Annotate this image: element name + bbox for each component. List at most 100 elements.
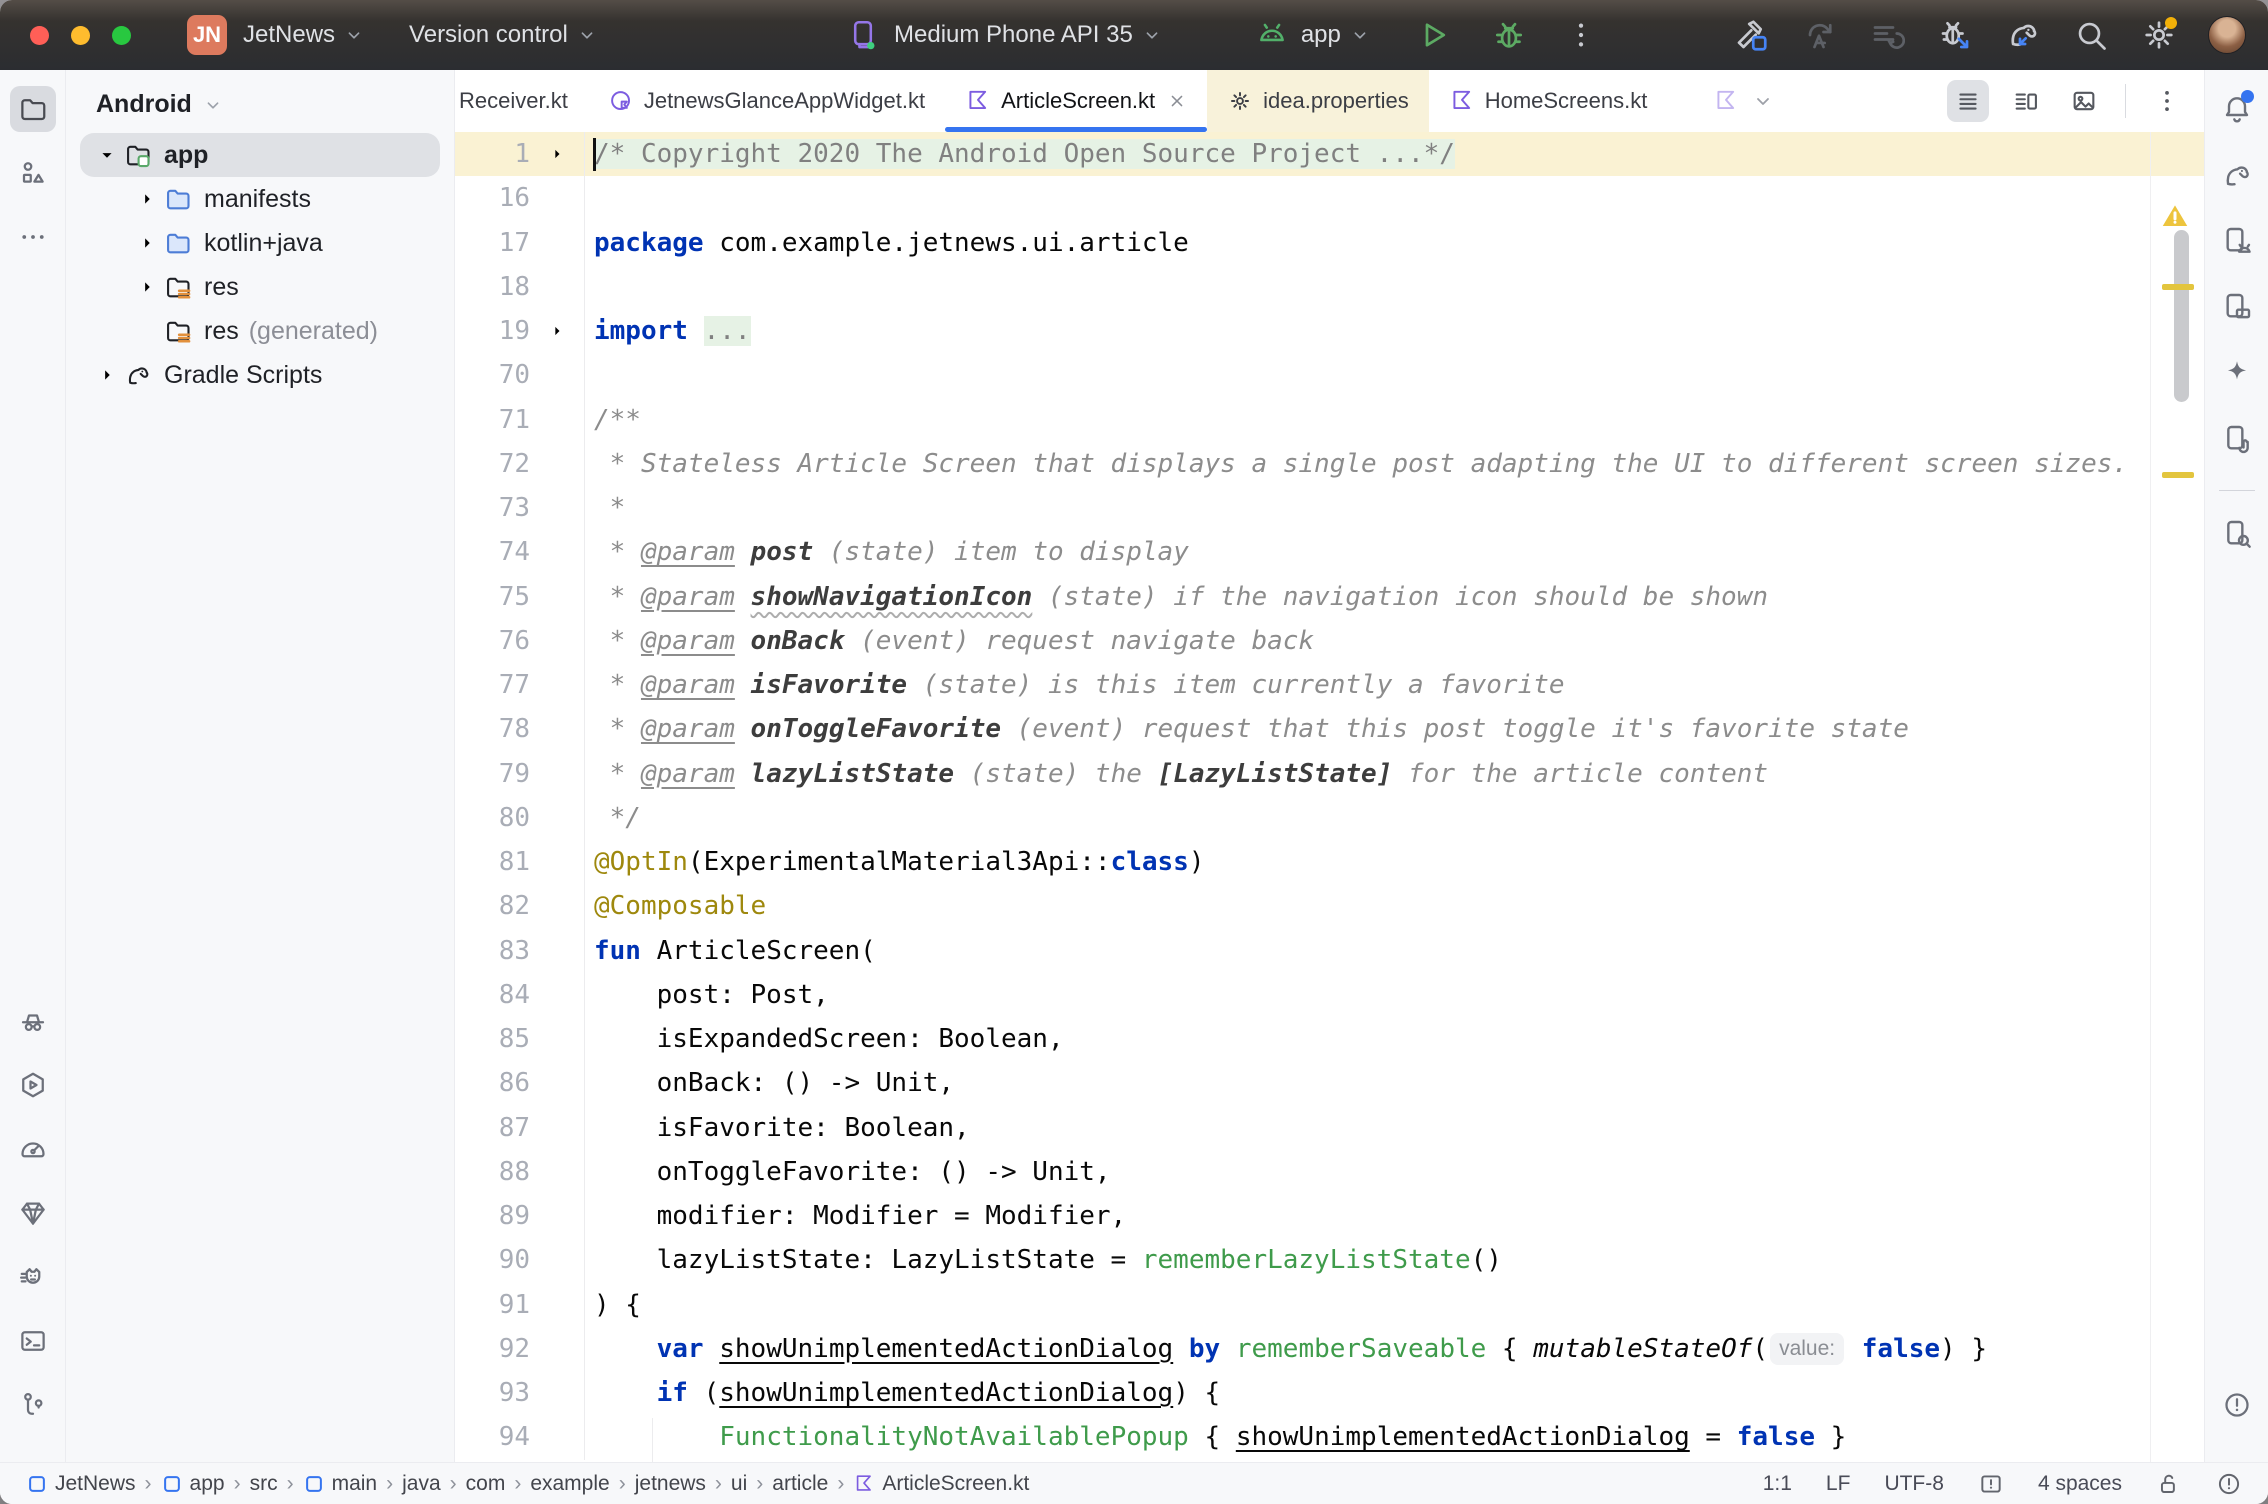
device-selector[interactable]: Medium Phone API 35 (846, 18, 1163, 52)
close-window-button[interactable] (30, 26, 49, 45)
fold-marker-icon[interactable] (530, 309, 584, 353)
tree-item-res[interactable]: res (80, 265, 440, 309)
code-editor[interactable]: 1/* Copyright 2020 The Android Open Sour… (455, 132, 2204, 1462)
run-button[interactable] (1415, 17, 1451, 53)
tree-item-gradle-scripts[interactable]: Gradle Scripts (80, 353, 440, 397)
run-configuration[interactable]: app (1255, 18, 1371, 52)
code-text[interactable] (584, 353, 2204, 397)
tree-item-app[interactable]: app (80, 133, 440, 177)
settings-button[interactable] (2140, 16, 2178, 54)
editor-scrollbar[interactable] (2174, 230, 2189, 402)
tree-item-manifests[interactable]: manifests (80, 177, 440, 221)
tree-item-res[interactable]: res(generated) (80, 309, 440, 353)
code-text[interactable]: * @param post (state) item to display (584, 530, 2204, 574)
code-text[interactable]: * Stateless Article Screen that displays… (584, 442, 2204, 486)
tree-item-kotlin+java[interactable]: kotlin+java (80, 221, 440, 265)
tool-strip-profiler[interactable] (10, 1126, 56, 1172)
tab-idea-properties[interactable]: idea.properties (1207, 70, 1429, 132)
chevron-right-icon[interactable] (130, 276, 164, 298)
tool-strip-project-tool-window[interactable] (10, 86, 56, 132)
hidden-tabs-dropdown[interactable] (1713, 70, 1775, 132)
breadcrumb-app[interactable]: app (161, 1472, 225, 1496)
tab-articlescreen-kt[interactable]: ArticleScreen.kt (945, 70, 1207, 132)
apply-code-changes-button[interactable] (1868, 16, 1906, 54)
code-text[interactable]: @Composable (584, 884, 2204, 928)
code-text[interactable]: * @param isFavorite (state) is this item… (584, 663, 2204, 707)
view-mode-list-button[interactable] (1947, 80, 1989, 122)
warning-stripe-mark[interactable] (2162, 472, 2194, 478)
tool-strip-app-inspection[interactable] (10, 1190, 56, 1236)
code-text[interactable]: onBack: () -> Unit, (584, 1061, 2204, 1105)
code-text[interactable]: */ (584, 796, 2204, 840)
code-text[interactable]: var showUnimplementedActionDialog by rem… (584, 1327, 2204, 1371)
tool-strip-more-tool-windows[interactable] (10, 214, 56, 260)
tool-strip-resource-manager[interactable] (10, 150, 56, 196)
chevron-right-icon[interactable] (90, 364, 124, 386)
tool-strip-gemini[interactable] (2214, 350, 2260, 396)
code-text[interactable]: import ... (584, 309, 2204, 353)
vcs-menu[interactable]: Version control (409, 21, 598, 49)
zoom-window-button[interactable] (112, 26, 131, 45)
code-text[interactable] (584, 265, 2204, 309)
breadcrumb-article[interactable]: article (772, 1472, 828, 1496)
breadcrumb-src[interactable]: src (250, 1472, 278, 1496)
warning-stripe-mark[interactable] (2162, 284, 2194, 290)
tool-strip-problems[interactable] (2214, 1382, 2260, 1428)
fold-marker-icon[interactable] (530, 132, 584, 176)
chevron-right-icon[interactable] (130, 188, 164, 210)
tool-strip-version-control-tool-window[interactable] (10, 1382, 56, 1428)
tab-homescreens-kt[interactable]: HomeScreens.kt (1429, 70, 1668, 132)
unlock-icon[interactable] (2156, 1471, 2182, 1497)
code-text[interactable]: ) { (584, 1283, 2204, 1327)
indent-setting[interactable]: 4 spaces (2038, 1472, 2122, 1496)
build-button[interactable] (1732, 16, 1770, 54)
tool-strip-run-tool-window[interactable] (10, 1062, 56, 1108)
search-everywhere-button[interactable] (2072, 16, 2110, 54)
tool-strip-gradle[interactable] (2214, 152, 2260, 198)
code-text[interactable]: * @param onBack (event) request navigate… (584, 619, 2204, 663)
tool-strip-notifications[interactable] (2214, 86, 2260, 132)
inspections-warning-icon[interactable] (2160, 202, 2190, 230)
breadcrumb-java[interactable]: java (402, 1472, 441, 1496)
tab-receiver-kt[interactable]: Receiver.kt (455, 70, 588, 132)
tool-strip-device-manager[interactable] (2214, 218, 2260, 264)
breadcrumb-main[interactable]: main (303, 1472, 378, 1496)
tab-jetnewsglanceappwidget-kt[interactable]: JetnewsGlanceAppWidget.kt (588, 70, 945, 132)
caret-position[interactable]: 1:1 (1763, 1472, 1792, 1496)
breadcrumb-jetnews[interactable]: JetNews (26, 1472, 136, 1496)
code-text[interactable]: post: Post, (584, 973, 2204, 1017)
code-text[interactable] (584, 176, 2204, 220)
attach-debugger-button[interactable] (1936, 16, 1974, 54)
code-text[interactable]: * @param lazyListState (state) the [Lazy… (584, 752, 2204, 796)
breadcrumb-jetnews[interactable]: jetnews (635, 1472, 706, 1496)
close-tab-icon[interactable] (1167, 91, 1187, 111)
project-menu[interactable]: JetNews (243, 21, 365, 49)
tool-strip-device-mirroring[interactable] (2214, 416, 2260, 462)
code-text[interactable]: FunctionalityNotAvailablePopup { showUni… (584, 1415, 2204, 1459)
code-text[interactable]: /* Copyright 2020 The Android Open Sourc… (584, 132, 2204, 176)
code-text[interactable]: if (showUnimplementedActionDialog) { (584, 1371, 2204, 1415)
problems-icon[interactable] (2216, 1471, 2242, 1497)
chevron-right-icon[interactable] (130, 232, 164, 254)
code-text[interactable]: package com.example.jetnews.ui.article (584, 221, 2204, 265)
code-text[interactable]: * @param onToggleFavorite (event) reques… (584, 707, 2204, 751)
inspection-widget-icon[interactable] (1978, 1471, 2004, 1497)
chevron-down-icon[interactable] (90, 144, 124, 166)
code-text[interactable]: onToggleFavorite: () -> Unit, (584, 1150, 2204, 1194)
code-text[interactable]: /** (584, 398, 2204, 442)
tool-strip-app-quality-insights[interactable] (10, 998, 56, 1044)
breadcrumb-example[interactable]: example (530, 1472, 609, 1496)
code-text[interactable]: isExpandedScreen: Boolean, (584, 1017, 2204, 1061)
code-text[interactable]: @OptIn(ExperimentalMaterial3Api::class) (584, 840, 2204, 884)
code-text[interactable]: modifier: Modifier = Modifier, (584, 1194, 2204, 1238)
tool-strip-logcat[interactable] (10, 1254, 56, 1300)
code-text[interactable]: isFavorite: Boolean, (584, 1106, 2204, 1150)
gradle-sync-button[interactable] (2004, 16, 2042, 54)
code-text[interactable]: lazyListState: LazyListState = rememberL… (584, 1238, 2204, 1282)
file-encoding[interactable]: UTF-8 (1884, 1472, 1944, 1496)
breadcrumb-ui[interactable]: ui (731, 1472, 747, 1496)
tool-strip-device-explorer[interactable] (2214, 511, 2260, 557)
view-mode-preview-button[interactable] (2063, 80, 2105, 122)
tool-strip-terminal[interactable] (10, 1318, 56, 1364)
editor-options-button[interactable] (2146, 80, 2188, 122)
